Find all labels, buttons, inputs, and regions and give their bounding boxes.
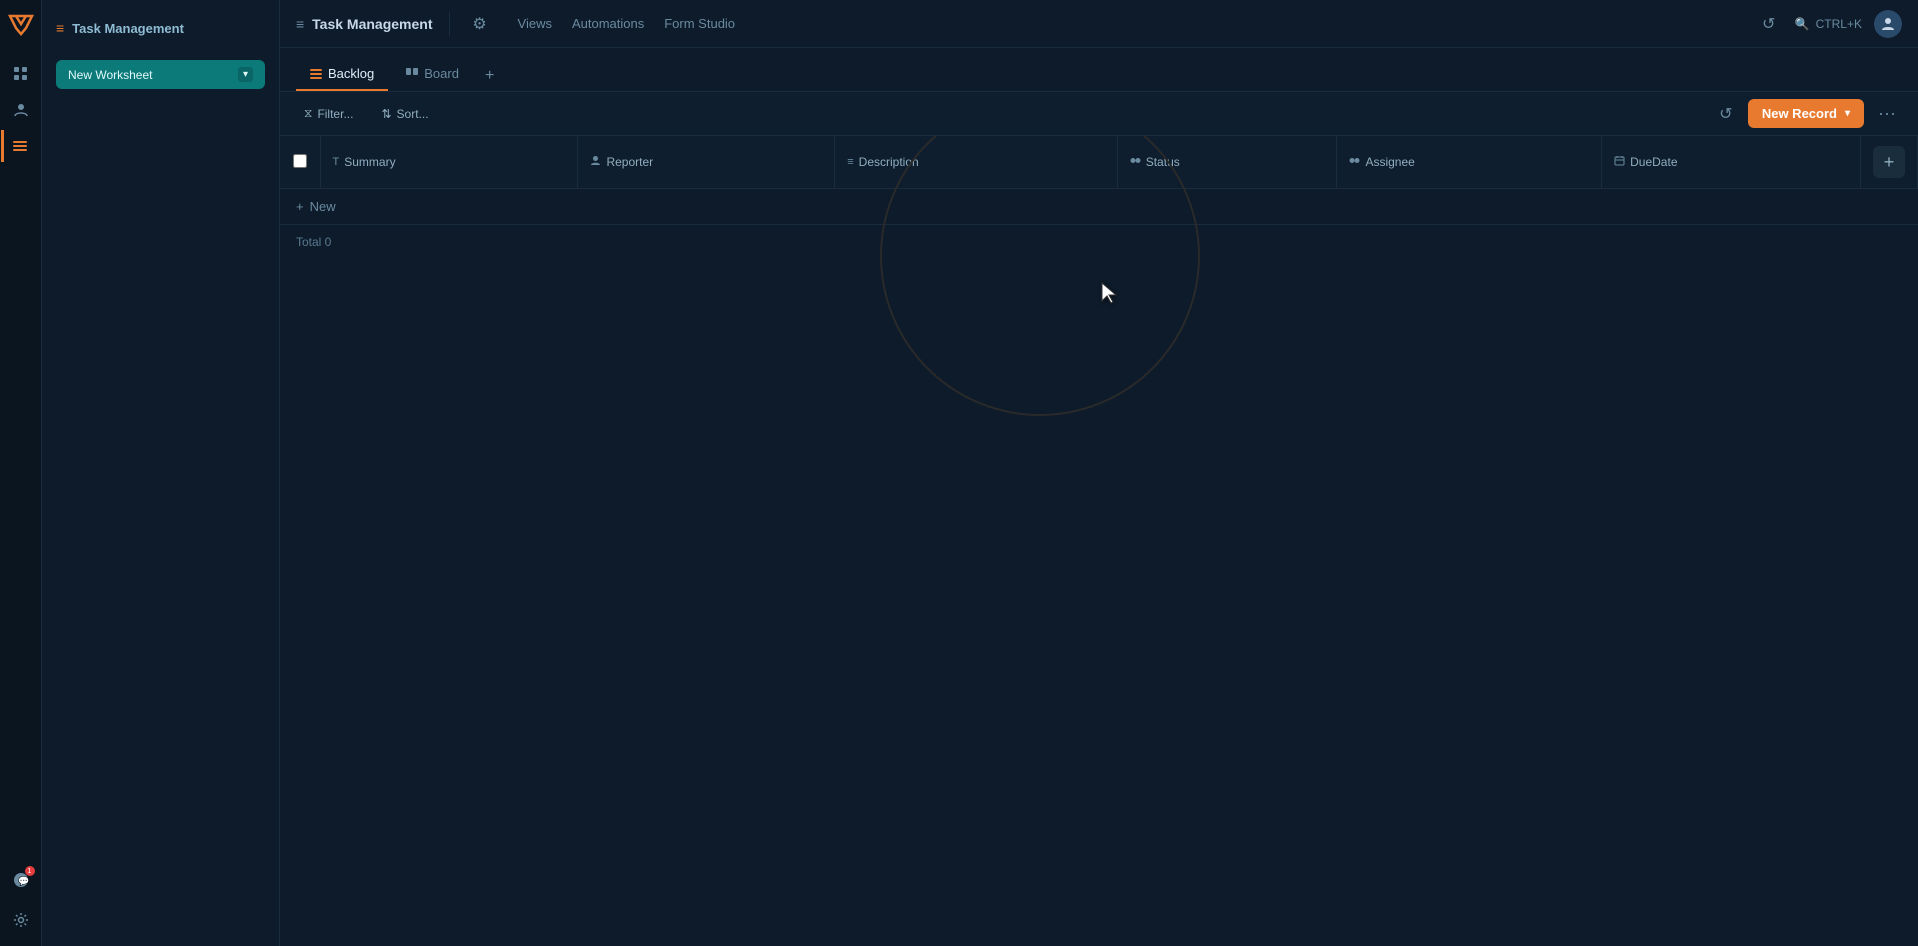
status-col-icon — [1130, 155, 1141, 169]
description-column-header: ≡ Description — [835, 136, 1117, 189]
filter-icon: ⧖ — [304, 106, 312, 121]
topbar-title: Task Management — [312, 16, 432, 32]
sort-label: Sort... — [397, 107, 429, 121]
avatar[interactable] — [1874, 10, 1902, 38]
add-column-header: + — [1861, 136, 1918, 189]
topbar-title-area: ≡ Task Management — [296, 16, 433, 32]
backlog-tab-icon — [310, 68, 322, 80]
filter-button[interactable]: ⧖ Filter... — [296, 102, 361, 125]
duedate-col-label: DueDate — [1630, 155, 1677, 169]
reporter-col-icon — [590, 155, 601, 169]
topbar-nav: Views Automations Form Studio — [518, 16, 736, 31]
topbar-right: ↺ 🔍 CTRL+K — [1755, 10, 1902, 38]
status-col-label: Status — [1146, 155, 1180, 169]
nav-automations[interactable]: Automations — [572, 16, 644, 31]
topbar-title-icon: ≡ — [296, 16, 304, 32]
search-shortcut: CTRL+K — [1816, 17, 1862, 31]
icon-rail: 💬 1 — [0, 0, 42, 946]
search-area[interactable]: 🔍 CTRL+K — [1795, 17, 1862, 31]
table-footer: Total 0 — [280, 225, 1918, 259]
new-record-label: New Record — [1762, 106, 1837, 121]
assignee-column-header: Assignee — [1337, 136, 1602, 189]
new-record-dropdown-arrow[interactable]: ▾ — [1845, 108, 1850, 119]
sort-button[interactable]: ⇅ Sort... — [373, 103, 436, 125]
add-column-button[interactable]: + — [1873, 146, 1905, 178]
description-col-label: Description — [859, 155, 919, 169]
tab-board[interactable]: Board — [392, 58, 473, 91]
table-area: T Summary Reporter — [280, 136, 1918, 946]
main-content: ≡ Task Management ⚙ Views Automations Fo… — [280, 0, 1918, 946]
sidebar: ≡ Task Management New Worksheet ▾ — [42, 0, 280, 946]
select-all-checkbox[interactable] — [293, 154, 307, 168]
toolbar-right: ↺ New Record ▾ ··· — [1712, 99, 1902, 128]
tab-board-label: Board — [424, 66, 459, 81]
sidebar-title: Task Management — [72, 21, 184, 36]
notification-badge: 1 — [25, 866, 35, 876]
rail-notification-icon[interactable]: 💬 1 — [5, 864, 37, 896]
rail-user-icon[interactable] — [5, 94, 37, 126]
tabs-bar: Backlog Board + — [280, 48, 1918, 92]
description-col-icon: ≡ — [847, 156, 853, 168]
rail-list-icon[interactable] — [1, 130, 37, 162]
new-row-icon: + — [296, 199, 304, 214]
summary-col-icon: T — [333, 156, 340, 168]
top-bar: ≡ Task Management ⚙ Views Automations Fo… — [280, 0, 1918, 48]
assignee-col-icon — [1349, 155, 1360, 169]
new-worksheet-dropdown-arrow[interactable]: ▾ — [238, 67, 253, 82]
svg-text:💬: 💬 — [18, 875, 29, 886]
more-options-button[interactable]: ··· — [1872, 99, 1902, 128]
duedate-column-header: DueDate — [1602, 136, 1861, 189]
avatar-area — [1874, 10, 1902, 38]
checkbox-column-header — [280, 136, 320, 189]
app-logo[interactable] — [6, 10, 36, 40]
topbar-divider — [449, 12, 450, 36]
status-column-header: Status — [1117, 136, 1337, 189]
tab-add-button[interactable]: + — [477, 61, 502, 91]
settings-button[interactable]: ⚙ — [466, 10, 494, 38]
toolbar: ⧖ Filter... ⇅ Sort... ↺ New Record ▾ ··· — [280, 92, 1918, 136]
rail-grid-icon[interactable] — [5, 58, 37, 90]
toolbar-refresh-button[interactable]: ↺ — [1712, 100, 1740, 128]
summary-column-header: T Summary — [320, 136, 578, 189]
nav-views[interactable]: Views — [518, 16, 552, 31]
rail-settings-icon[interactable] — [5, 904, 37, 936]
new-row-button[interactable]: + New — [280, 189, 1918, 225]
filter-label: Filter... — [317, 107, 353, 121]
data-table: T Summary Reporter — [280, 136, 1918, 225]
nav-form-studio[interactable]: Form Studio — [664, 16, 735, 31]
sidebar-header-icon: ≡ — [56, 20, 64, 36]
duedate-col-icon — [1614, 155, 1625, 169]
new-row-label: New — [310, 199, 336, 214]
board-tab-icon — [406, 68, 418, 80]
new-worksheet-label: New Worksheet — [68, 68, 152, 82]
refresh-button[interactable]: ↺ — [1755, 10, 1783, 38]
tab-backlog[interactable]: Backlog — [296, 58, 388, 91]
new-worksheet-button[interactable]: New Worksheet ▾ — [56, 60, 265, 89]
sidebar-header: ≡ Task Management — [42, 12, 279, 44]
total-count: Total 0 — [296, 235, 331, 249]
sort-icon: ⇅ — [381, 107, 391, 121]
summary-col-label: Summary — [344, 155, 395, 169]
reporter-col-label: Reporter — [606, 155, 653, 169]
reporter-column-header: Reporter — [578, 136, 835, 189]
tab-backlog-label: Backlog — [328, 66, 374, 81]
assignee-col-label: Assignee — [1365, 155, 1414, 169]
cursor — [1100, 281, 1120, 305]
new-record-button[interactable]: New Record ▾ — [1748, 99, 1864, 128]
search-icon: 🔍 — [1795, 17, 1810, 31]
